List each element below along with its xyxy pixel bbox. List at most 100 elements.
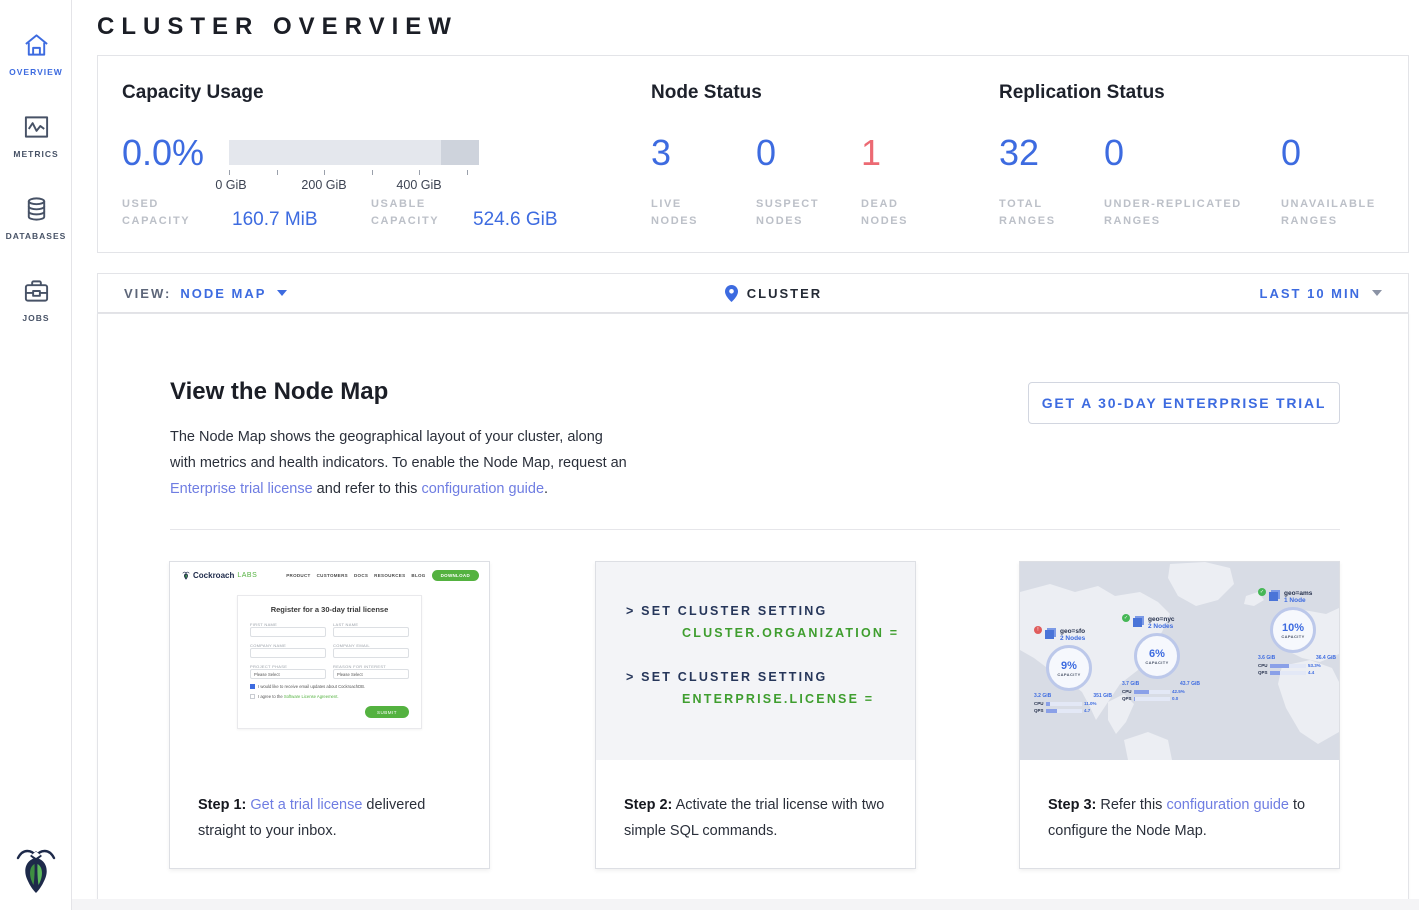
first-name-input: [250, 627, 326, 637]
cpu-bar: [1134, 690, 1170, 694]
mini-site-brand-suffix: LABS: [237, 572, 257, 579]
sql-command-arg: ENTERPRISE.LICENSE =: [682, 692, 915, 706]
configuration-guide-link[interactable]: configuration guide: [1166, 797, 1289, 813]
sidebar-item-metrics[interactable]: METRICS: [0, 96, 72, 176]
sidebar-item-databases[interactable]: DATABASES: [0, 178, 72, 258]
location-pin-icon: [725, 285, 738, 302]
unavailable-ranges-value: 0: [1281, 132, 1301, 174]
gauge-tick-label: 0 GiB: [215, 178, 246, 192]
intro-text: and refer to this: [313, 481, 422, 497]
time-range-dropdown[interactable]: LAST 10 MIN: [1260, 286, 1361, 301]
capacity-used-percent: 0.0%: [122, 132, 204, 174]
email-updates-checkbox: [250, 684, 255, 689]
qps-bar: [1134, 697, 1170, 701]
qps-bar: [1046, 709, 1082, 713]
mini-site-nav: PRODUCT CUSTOMERS DOCS RESOURCES BLOG DO…: [286, 570, 479, 581]
step3-label: Step 3:: [1048, 797, 1096, 813]
gauge-tick-label: 400 GiB: [396, 178, 441, 192]
chevron-down-icon[interactable]: [277, 290, 287, 296]
metrics-icon: [23, 114, 50, 140]
sidebar-item-jobs[interactable]: JOBS: [0, 260, 72, 340]
gauge-tick: [229, 170, 230, 175]
cockroach-logo-small: [182, 570, 190, 581]
enterprise-trial-license-link[interactable]: Enterprise trial license: [170, 481, 313, 497]
map-node-nyc: ✓ geo=nyc2 Nodes 6% CAPACITY 3.7 GiB43.7…: [1122, 616, 1200, 701]
capacity-ring: 10% CAPACITY: [1270, 607, 1316, 653]
view-bar: VIEW: NODE MAP CLUSTER LAST 10 MIN: [97, 273, 1409, 313]
suspect-nodes-label: SUSPECT NODES: [756, 196, 836, 230]
locality-label: geo=sfo: [1060, 628, 1085, 635]
configuration-guide-link[interactable]: configuration guide: [421, 481, 544, 497]
live-nodes-label: LIVE NODES: [651, 196, 731, 230]
cpu-bar: [1046, 702, 1082, 706]
cockroach-logo: [14, 844, 58, 896]
trial-registration-form: Register for a 30-day trial license FIRS…: [237, 595, 422, 729]
license-agreement-checkbox: [250, 694, 255, 699]
capacity-usage-title: Capacity Usage: [122, 82, 264, 104]
step2-card: > SET CLUSTER SETTING CLUSTER.ORGANIZATI…: [595, 561, 916, 869]
healthy-badge-icon: ✓: [1122, 614, 1130, 622]
capacity-ring: 6% CAPACITY: [1134, 633, 1180, 679]
cluster-summary-panel: Capacity Usage 0.0% 0 GiB 200 GiB 400 Gi…: [97, 55, 1409, 253]
capacity-ring: 9% CAPACITY: [1046, 645, 1092, 691]
node-cube-icon: [1133, 618, 1142, 627]
gauge-tick: [467, 170, 468, 175]
form-title: Register for a 30-day trial license: [250, 605, 409, 614]
enterprise-trial-button[interactable]: GET A 30-DAY ENTERPRISE TRIAL: [1028, 382, 1340, 424]
gauge-tick: [324, 170, 325, 175]
databases-icon: [23, 196, 50, 222]
under-replicated-ranges-value: 0: [1104, 132, 1124, 174]
node-map-heading: View the Node Map: [170, 378, 388, 406]
mini-site-nav-item: DOCS: [354, 573, 368, 578]
mini-site-download-button: DOWNLOAD: [432, 570, 479, 581]
gauge-tick: [277, 170, 278, 175]
sidebar-item-label: OVERVIEW: [9, 67, 63, 77]
sidebar-item-label: METRICS: [13, 149, 58, 159]
usable-capacity-label: USABLE CAPACITY: [371, 196, 471, 230]
intro-text: .: [544, 481, 548, 497]
step2-caption: Step 2: Activate the trial license with …: [596, 760, 915, 844]
project-phase-select: Please Select: [250, 669, 326, 679]
total-ranges-value: 32: [999, 132, 1039, 174]
mini-site-nav-item: CUSTOMERS: [317, 573, 348, 578]
node-cube-icon: [1045, 630, 1054, 639]
chevron-down-icon[interactable]: [1372, 290, 1382, 296]
trial-license-site-screenshot: Cockroach LABS PRODUCT CUSTOMERS DOCS RE…: [170, 562, 489, 760]
step1-caption: Step 1: Get a trial license delivered st…: [170, 760, 489, 844]
page-bottom-strip: [72, 899, 1419, 910]
mini-site-nav-item: PRODUCT: [286, 573, 310, 578]
healthy-badge-icon: ✓: [1258, 588, 1266, 596]
company-name-input: [250, 648, 326, 658]
node-map-preview: ! geo=sfo2 Nodes 9% CAPACITY 3.2 GiB351 …: [1020, 562, 1339, 760]
cpu-bar: [1270, 664, 1306, 668]
view-dropdown[interactable]: NODE MAP: [180, 286, 266, 301]
gauge-tick: [419, 170, 420, 175]
get-trial-license-link[interactable]: Get a trial license: [250, 797, 362, 813]
sql-command-text: > SET CLUSTER SETTING: [626, 670, 915, 684]
mini-site-submit-button: SUBMIT: [365, 706, 409, 718]
sql-command-arg: CLUSTER.ORGANIZATION =: [682, 626, 915, 640]
suspect-nodes-value: 0: [756, 132, 776, 174]
mini-site-nav-item: RESOURCES: [374, 573, 405, 578]
reason-select: Please Select: [333, 669, 409, 679]
capacity-gauge-reserved-segment: [441, 140, 479, 165]
jobs-icon: [23, 278, 50, 304]
used-capacity-value: 160.7 MiB: [232, 209, 318, 231]
divider: [170, 529, 1340, 530]
sidebar-item-overview[interactable]: OVERVIEW: [0, 14, 72, 94]
qps-bar: [1270, 671, 1306, 675]
step1-label: Step 1:: [198, 797, 246, 813]
mini-site-nav-item: BLOG: [411, 573, 425, 578]
map-node-sfo: ! geo=sfo2 Nodes 9% CAPACITY 3.2 GiB351 …: [1034, 628, 1112, 713]
checkbox-label: I agree to the Software License Agreemen…: [258, 694, 339, 699]
dead-nodes-label: DEAD NODES: [861, 196, 941, 230]
last-name-input: [333, 627, 409, 637]
sql-commands-block: > SET CLUSTER SETTING CLUSTER.ORGANIZATI…: [596, 562, 915, 760]
node-map-panel: View the Node Map The Node Map shows the…: [97, 313, 1409, 900]
view-label: VIEW:: [124, 286, 171, 301]
sql-command: > SET CLUSTER SETTING CLUSTER.ORGANIZATI…: [626, 604, 915, 640]
locality-label: geo=ams: [1284, 590, 1312, 597]
node-cube-icon: [1269, 592, 1278, 601]
node-map-intro: The Node Map shows the geographical layo…: [170, 424, 630, 502]
node-count: 2 Nodes: [1060, 635, 1085, 642]
